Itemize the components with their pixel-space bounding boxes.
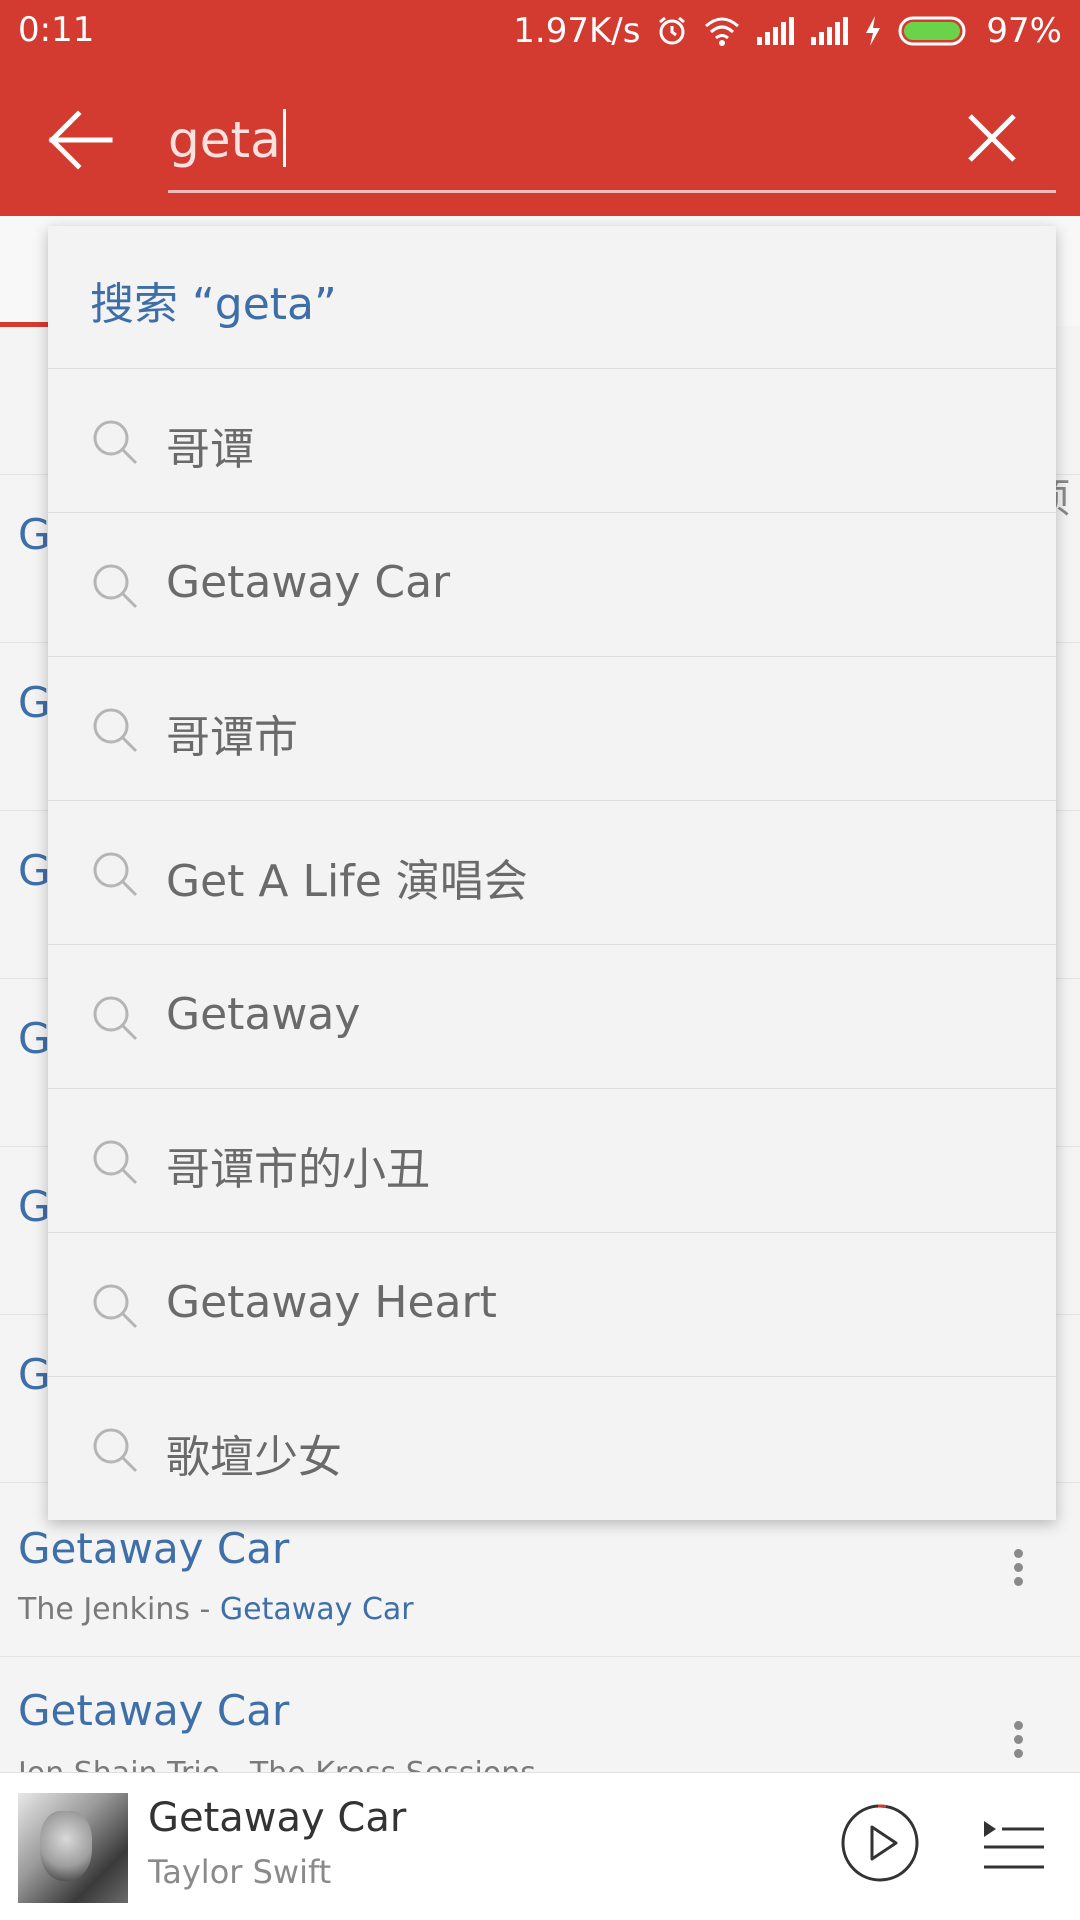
suggestion-label: 哥谭 — [166, 424, 254, 475]
suggestion-label: 哥谭市 — [166, 712, 298, 763]
album-art[interactable] — [18, 1793, 128, 1903]
search-icon — [93, 852, 138, 897]
status-bar: 0:11 1.97K/s 97% — [0, 0, 1080, 62]
song-title: Getaway Car — [18, 1524, 290, 1573]
signal-icon-2 — [811, 17, 849, 45]
wifi-icon — [705, 17, 740, 46]
bg-row-title-peek: G — [18, 1350, 51, 1399]
now-playing-title: Getaway Car — [148, 1795, 407, 1841]
more-options-icon[interactable] — [1012, 1544, 1024, 1591]
search-suggestions-dropdown: 搜索 “geta” 哥谭 Getaway Car 哥谭市 Get A Life … — [48, 226, 1056, 1520]
song-artist: The Jenkins - — [18, 1592, 220, 1627]
suggestion-label: Getaway Heart — [166, 1277, 497, 1328]
search-icon — [93, 996, 138, 1041]
bg-row-title-peek: G — [18, 846, 51, 895]
song-subtitle: The Jenkins - Getaway Car — [18, 1592, 414, 1627]
bg-row-title-peek: G — [18, 1014, 51, 1063]
alarm-icon — [659, 16, 686, 45]
status-icons: 1.97K/s 97% — [513, 10, 1062, 52]
charging-icon — [866, 16, 881, 46]
search-query-wrap: geta — [168, 108, 286, 172]
play-icon[interactable] — [840, 1803, 920, 1883]
signal-icon — [757, 17, 795, 45]
suggestion-item[interactable]: 哥谭市的小丑 — [48, 1089, 1056, 1233]
search-icon — [93, 1140, 138, 1185]
search-icon — [93, 1284, 138, 1329]
suggestion-item[interactable]: Get A Life 演唱会 — [48, 801, 1056, 945]
search-icon — [93, 420, 138, 465]
song-album-link[interactable]: Getaway Car — [220, 1592, 414, 1627]
search-icon — [93, 1428, 138, 1473]
search-query-suggestion-label: 搜索 “geta” — [90, 279, 337, 330]
suggestion-label: 歌壇少女 — [166, 1432, 342, 1483]
search-input[interactable]: geta — [168, 108, 1056, 193]
suggestion-item[interactable]: 哥谭市 — [48, 657, 1056, 801]
more-options-icon[interactable] — [1012, 1716, 1024, 1763]
suggestion-item[interactable]: 哥谭 — [48, 369, 1056, 513]
bg-row-title-peek: G — [18, 510, 51, 559]
album-art-portrait — [40, 1811, 92, 1881]
bg-row-title-peek: G — [18, 1182, 51, 1231]
mini-player[interactable]: Getaway Car Taylor Swift — [0, 1772, 1080, 1920]
clear-icon[interactable] — [962, 108, 1022, 168]
now-playing-artist: Taylor Swift — [148, 1853, 332, 1891]
net-speed: 1.97K/s — [513, 11, 641, 51]
search-query-suggestion[interactable]: 搜索 “geta” — [48, 226, 1056, 369]
suggestion-item[interactable]: 歌壇少女 — [48, 1377, 1056, 1520]
suggestion-item[interactable]: Getaway Car — [48, 513, 1056, 657]
search-icon — [93, 708, 138, 753]
search-header: 0:11 1.97K/s 97% geta — [0, 0, 1080, 216]
suggestion-item[interactable]: Getaway — [48, 945, 1056, 1089]
suggestion-label: Getaway — [166, 989, 361, 1040]
suggestion-label: Get A Life 演唱会 — [166, 856, 528, 907]
status-time: 0:11 — [18, 10, 95, 50]
playlist-queue-icon[interactable] — [982, 1817, 1046, 1873]
suggestion-label: 哥谭市的小丑 — [166, 1144, 430, 1195]
back-arrow-icon[interactable] — [44, 104, 116, 176]
suggestion-label: Getaway Car — [166, 557, 451, 608]
search-query: geta — [168, 111, 281, 169]
battery-icon — [898, 16, 966, 46]
search-screen: 0:11 1.97K/s 97% geta G G G G G G Getawa… — [0, 0, 1080, 1920]
song-title: Getaway Car — [18, 1686, 290, 1735]
text-caret — [282, 109, 286, 167]
battery-percent: 97% — [986, 11, 1062, 51]
bg-row-title-peek: G — [18, 678, 51, 727]
suggestion-item[interactable]: Getaway Heart — [48, 1233, 1056, 1377]
search-icon — [93, 564, 138, 609]
